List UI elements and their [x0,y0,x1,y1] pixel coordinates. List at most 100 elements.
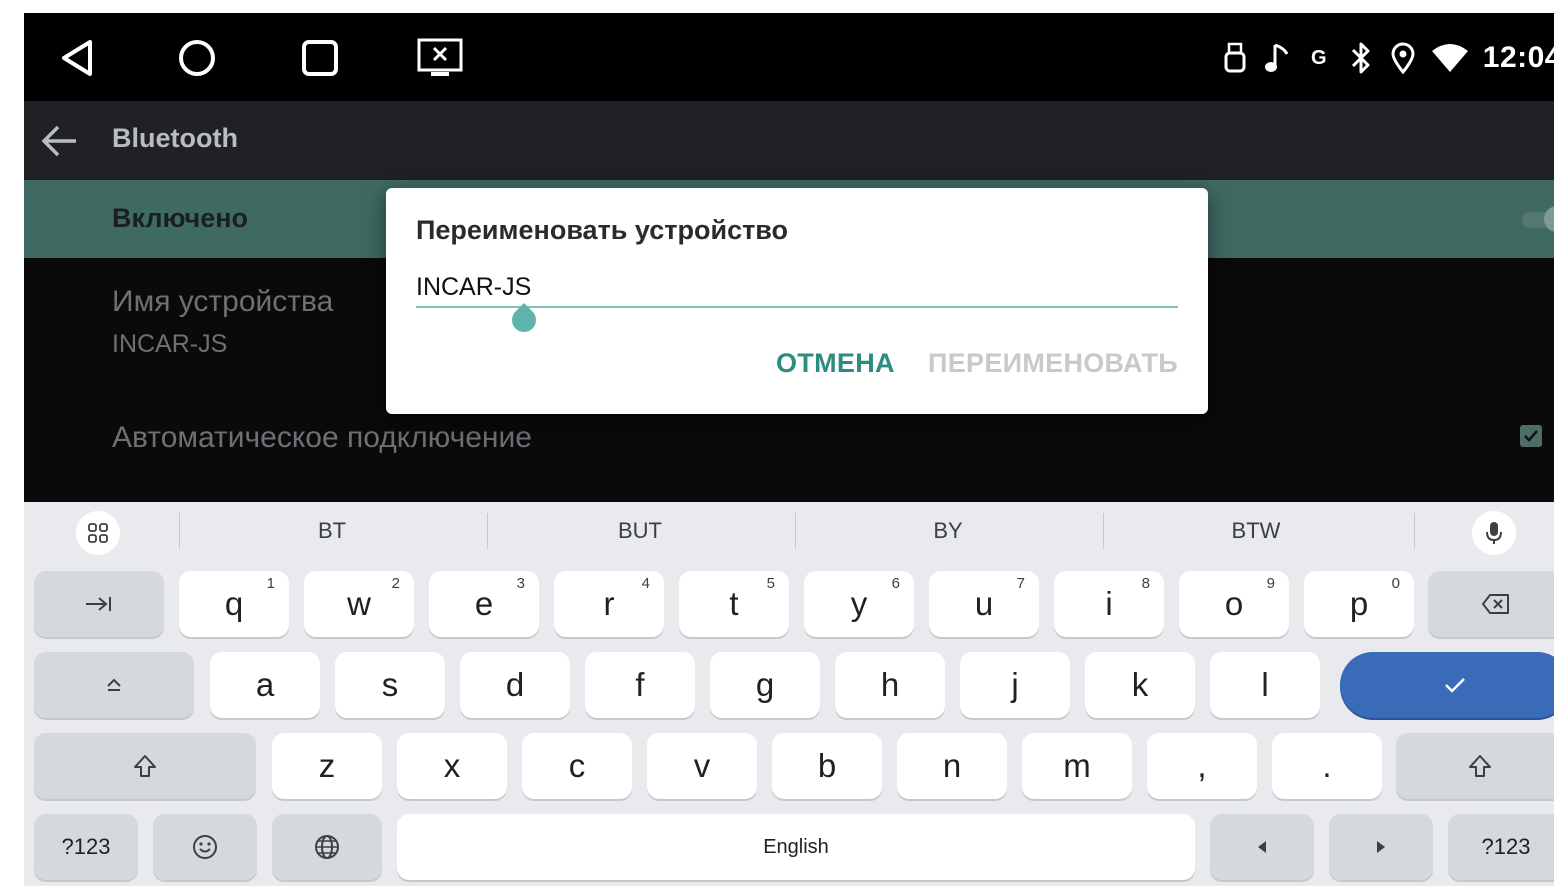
key-label: u [974,585,994,622]
dialog-title: Переименовать устройство [416,215,789,245]
back-arrow-icon[interactable] [40,121,80,161]
key-i[interactable]: i8 [1054,571,1164,637]
page-title: Bluetooth [112,123,238,153]
key-n[interactable]: n [897,733,1007,799]
suggestion-divider [1103,513,1104,549]
key-u[interactable]: u7 [929,571,1039,637]
key-hint: 9 [1266,575,1275,592]
rename-button[interactable]: ПЕРЕИМЕНОВАТЬ [928,348,1178,379]
suggestion-divider [487,513,488,549]
suggestion-divider [795,513,796,549]
key-y[interactable]: y6 [804,571,914,637]
auto-connect-checkbox[interactable] [1520,425,1542,447]
suggestion-1[interactable]: BT [182,518,482,544]
key-hint: 3 [516,575,525,592]
key-label: y [850,585,868,622]
key-r[interactable]: r4 [554,571,664,637]
bluetooth-toggle[interactable] [1522,206,1554,232]
caps-lock-key[interactable] [34,652,194,718]
symbols-key-left[interactable]: ?123 [34,814,138,880]
g-network-icon: G [1310,46,1327,69]
key-t[interactable]: t5 [679,571,789,637]
text-cursor-handle[interactable] [507,303,541,337]
key-period[interactable]: . [1272,733,1382,799]
key-hint: 1 [266,575,275,592]
key-hint: 4 [641,575,650,592]
key-z[interactable]: z [272,733,382,799]
enter-key[interactable] [1340,652,1554,718]
key-d[interactable]: d [460,652,570,718]
key-label: i [1105,585,1113,622]
key-label: q [224,585,244,622]
apps-grid-icon[interactable] [76,511,120,555]
key-a[interactable]: a [210,652,320,718]
cursor-right-key[interactable] [1329,814,1433,880]
music-note-icon [1263,41,1291,75]
home-nav-icon[interactable] [174,35,220,81]
key-c[interactable]: c [522,733,632,799]
wifi-icon [1431,41,1469,75]
cursor-left-key[interactable] [1210,814,1314,880]
key-v[interactable]: v [647,733,757,799]
key-label: r [603,585,615,622]
key-label: w [347,585,371,622]
suggestion-divider [1414,513,1415,549]
enabled-label: Включено [112,203,249,233]
status-icons: G 12:04 [1221,33,1554,83]
space-key[interactable]: English [397,814,1195,880]
key-label: t [729,585,739,622]
rename-dialog: Переименовать устройство ОТМЕНА ПЕРЕИМЕН… [386,188,1208,414]
key-e[interactable]: e3 [429,571,539,637]
cancel-button[interactable]: ОТМЕНА [776,348,895,379]
key-j[interactable]: j [960,652,1070,718]
device-name-value: INCAR-JS [112,330,228,358]
device-name-input[interactable] [416,268,1178,308]
key-label: o [1224,585,1244,622]
location-icon [1389,41,1417,75]
tab-key[interactable] [34,571,164,637]
usb-icon [1221,41,1249,75]
auto-connect-label[interactable]: Автоматическое подключение [112,421,532,455]
clock: 12:04 [1482,41,1554,74]
emoji-key[interactable] [153,814,257,880]
key-label: p [1349,585,1369,622]
key-hint: 0 [1391,575,1400,592]
key-o[interactable]: o9 [1179,571,1289,637]
key-hint: 8 [1141,575,1150,592]
key-b[interactable]: b [772,733,882,799]
key-p[interactable]: p0 [1304,571,1414,637]
key-s[interactable]: s [335,652,445,718]
bluetooth-icon [1347,41,1375,75]
key-w[interactable]: w2 [304,571,414,637]
key-q[interactable]: q1 [179,571,289,637]
key-hint: 2 [391,575,400,592]
key-m[interactable]: m [1022,733,1132,799]
shift-right-key[interactable] [1396,733,1554,799]
suggestion-divider [179,513,180,549]
key-f[interactable]: f [585,652,695,718]
device-name-title[interactable]: Имя устройства [112,285,333,319]
suggestion-4[interactable]: BTW [1106,518,1406,544]
on-screen-keyboard: BT BUT BY BTW q1 w2 e3 r4 t5 y6 u7 i8 o9… [24,502,1554,886]
language-globe-key[interactable] [272,814,382,880]
suggestion-3[interactable]: BY [798,518,1098,544]
microphone-icon[interactable] [1472,511,1516,555]
suggestion-2[interactable]: BUT [490,518,790,544]
backspace-key[interactable] [1428,571,1554,637]
key-h[interactable]: h [835,652,945,718]
key-g[interactable]: g [710,652,820,718]
symbols-key-right[interactable]: ?123 [1448,814,1554,880]
shift-left-key[interactable] [34,733,256,799]
key-x[interactable]: x [397,733,507,799]
key-hint: 5 [766,575,775,592]
key-k[interactable]: k [1085,652,1195,718]
app-bar: Bluetooth [24,101,1554,180]
toggle-thumb [1544,206,1554,232]
key-comma[interactable]: , [1147,733,1257,799]
key-l[interactable]: l [1210,652,1320,718]
recents-nav-icon[interactable] [297,35,343,81]
android-screen: G 12:04 Bluetooth Включено Имя устройств… [24,13,1554,886]
back-nav-icon[interactable] [54,35,100,81]
key-hint: 6 [891,575,900,592]
screen-close-icon[interactable] [417,35,463,81]
